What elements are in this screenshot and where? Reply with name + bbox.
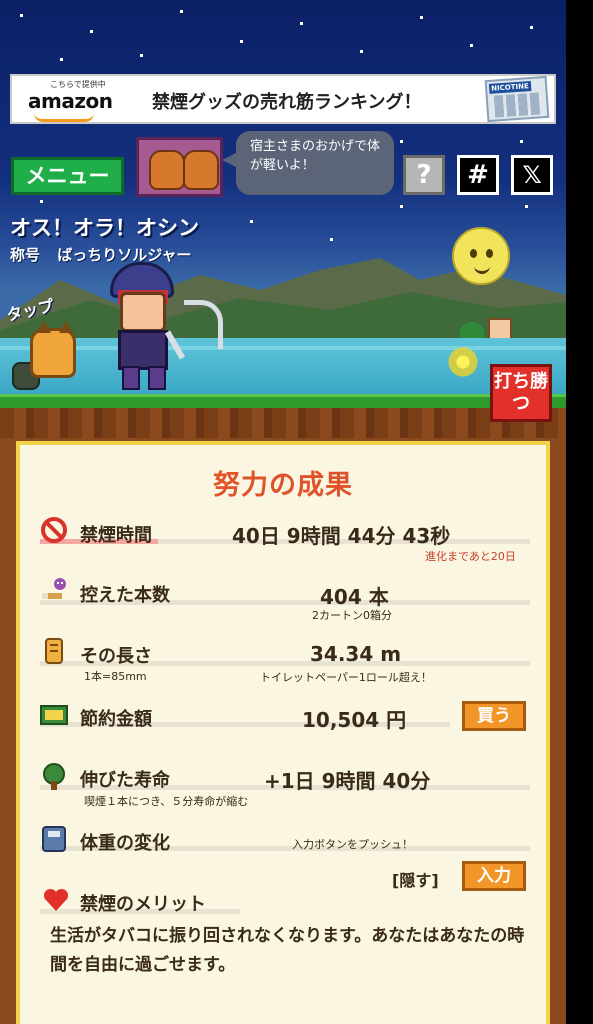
results-title: 努力の成果 (213, 470, 353, 501)
money-value: 10,504 円 (302, 708, 407, 732)
length-note: トイレットペーパー1ロール超え！ (260, 671, 432, 684)
cigarettes-value: 404 本 (320, 585, 389, 609)
money-label: 節約金額 (80, 709, 152, 730)
no-smoking-icon (41, 517, 67, 543)
cat-character[interactable] (30, 321, 76, 378)
nicotine-pack-label: NICOTINE (488, 81, 532, 94)
length-per-unit: 1本=85mm (84, 670, 147, 683)
length-label: その長さ (80, 646, 152, 667)
hashtag-button[interactable]: # (457, 155, 499, 195)
cigarettes-label: 控えた本数 (80, 585, 170, 606)
x-share-button[interactable]: 𝕏 (511, 155, 553, 195)
weight-note: 入力ボタンをプッシュ！ (292, 838, 413, 851)
nicotine-pack-icon: NICOTINE (484, 75, 550, 123)
skull-cigarette-icon (42, 578, 66, 599)
player-greeting: オス！オラ！オシン (10, 216, 199, 240)
amazon-logo: amazon (28, 89, 113, 113)
life-value: +1日 9時間 40分 (264, 769, 431, 793)
hook-weapon-icon (184, 300, 223, 349)
input-button[interactable]: 入力 (462, 861, 526, 891)
sparkle-effect (444, 340, 482, 384)
menu-button[interactable]: メニュー (11, 157, 124, 195)
merit-text: 生活がタバコに振り回されなくなります。あなたはあなたの時間を自由に過ごせます。 (50, 926, 525, 975)
life-label: 伸びた寿命 (80, 770, 170, 791)
money-bill-icon (40, 705, 68, 725)
ad-banner[interactable]: こちらで提供中 amazon 禁煙グッズの売れ筋ランキング！ NICOTINE (10, 74, 556, 124)
right-edge-bar (566, 0, 593, 1024)
help-button[interactable]: ? (403, 155, 445, 195)
title-label: 称号 (10, 246, 41, 264)
ad-headline: 禁煙グッズの売れ筋ランキング！ (152, 92, 422, 113)
merit-label: 禁煙のメリット (80, 894, 206, 915)
results-panel: 努力の成果 禁煙時間 40日 9時間 44分 43秒 進化まであと20日 控えた… (16, 441, 550, 1024)
quit-time-value: 40日 9時間 44分 43秒 (232, 524, 451, 548)
lungs-icon[interactable] (136, 137, 223, 197)
length-value: 34.34 m (310, 642, 402, 666)
heart-icon (43, 888, 69, 911)
evolution-note: 進化まであと20日 (425, 550, 516, 563)
hide-link[interactable]: [隠す] (392, 867, 439, 891)
speech-bubble: 宿主さまのおかげで体が軽いよ！ (236, 131, 394, 195)
amazon-smile-icon (34, 113, 94, 122)
app-screen: こちらで提供中 amazon 禁煙グッズの売れ筋ランキング！ NICOTINE … (0, 0, 566, 1024)
buy-button[interactable]: 買う (462, 701, 526, 731)
length-icon (45, 638, 63, 664)
cigarettes-note: 2カートン0箱分 (312, 609, 392, 622)
tree-icon (43, 763, 65, 790)
scale-icon (42, 826, 66, 852)
dirt-strip (0, 408, 566, 438)
fight-button[interactable]: 打ち勝つ (490, 364, 552, 422)
quit-time-label: 禁煙時間 (80, 525, 152, 546)
life-note: 喫煙１本につき、５分寿命が縮む (84, 795, 249, 808)
moon-icon (452, 227, 510, 285)
weight-label: 体重の変化 (80, 833, 170, 854)
hero-character[interactable] (100, 262, 180, 390)
